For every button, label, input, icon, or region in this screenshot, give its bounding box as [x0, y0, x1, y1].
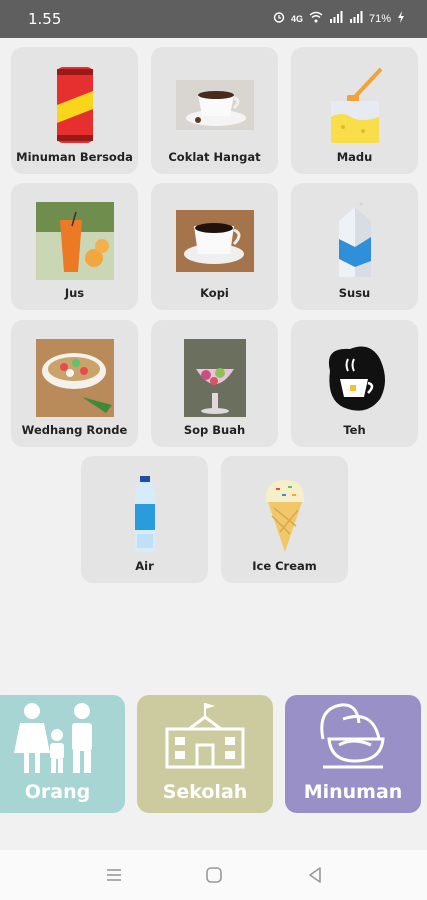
- item-susu[interactable]: Susu: [291, 183, 418, 310]
- item-label: Minuman Bersoda: [16, 150, 133, 164]
- coffee-photo: [175, 201, 255, 281]
- item-minuman-bersoda[interactable]: Minuman Bersoda: [11, 47, 138, 174]
- fruit-soup-photo: [175, 338, 255, 418]
- item-ice-cream[interactable]: Ice Cream: [221, 456, 348, 583]
- back-icon[interactable]: [304, 864, 326, 886]
- ice-cream-icon: [245, 474, 325, 554]
- category-sekolah[interactable]: Sekolah: [137, 695, 273, 813]
- item-teh[interactable]: Teh: [291, 320, 418, 447]
- tea-cup-icon: [315, 338, 395, 418]
- category-label: Minuman: [303, 781, 403, 803]
- wedhang-ronde-photo: [35, 338, 115, 418]
- milk-carton-icon: [315, 201, 395, 281]
- system-nav-bar: [0, 850, 427, 900]
- wifi-icon: [309, 11, 323, 26]
- family-icon: [14, 703, 92, 773]
- item-sop-buah[interactable]: Sop Buah: [151, 320, 278, 447]
- item-label: Air: [135, 559, 154, 573]
- item-madu[interactable]: Madu: [291, 47, 418, 174]
- item-label: Susu: [338, 286, 371, 300]
- network-type-icon: 4G: [290, 13, 303, 24]
- category-label: Orang: [24, 781, 91, 803]
- juice-photo: [35, 201, 115, 281]
- item-label: Wedhang Ronde: [21, 423, 128, 437]
- charging-icon: [397, 11, 405, 26]
- item-wedhang-ronde[interactable]: Wedhang Ronde: [11, 320, 138, 447]
- item-label: Coklat Hangat: [168, 150, 261, 164]
- status-bar: 1.55 4G 71%: [0, 0, 427, 38]
- school-icon: [165, 703, 245, 769]
- recent-apps-icon[interactable]: [103, 864, 125, 886]
- drinks-icon: [320, 703, 385, 769]
- signal-icon-2: [349, 11, 363, 26]
- item-label: Jus: [64, 286, 85, 300]
- category-label: Sekolah: [162, 781, 248, 803]
- item-label: Madu: [336, 150, 373, 164]
- item-kopi[interactable]: Kopi: [151, 183, 278, 310]
- alarm-icon: [273, 11, 285, 26]
- battery-text: 71%: [368, 12, 391, 25]
- signal-icon-1: [329, 11, 343, 26]
- category-orang[interactable]: Orang: [0, 695, 125, 813]
- item-label: Sop Buah: [183, 423, 246, 437]
- item-air[interactable]: Air: [81, 456, 208, 583]
- soda-can-icon: [35, 65, 115, 145]
- status-icons: 4G 71%: [273, 11, 405, 26]
- water-bottle-icon: [105, 474, 185, 554]
- item-jus[interactable]: Jus: [11, 183, 138, 310]
- item-label: Kopi: [200, 286, 229, 300]
- honey-jar-icon: [315, 65, 395, 145]
- item-label: Teh: [343, 423, 366, 437]
- home-icon[interactable]: [203, 864, 225, 886]
- category-minuman[interactable]: Minuman: [285, 695, 421, 813]
- item-label: Ice Cream: [252, 559, 317, 573]
- item-coklat-hangat[interactable]: Coklat Hangat: [151, 47, 278, 174]
- status-time: 1.55: [28, 10, 62, 28]
- hot-chocolate-photo: [175, 65, 255, 145]
